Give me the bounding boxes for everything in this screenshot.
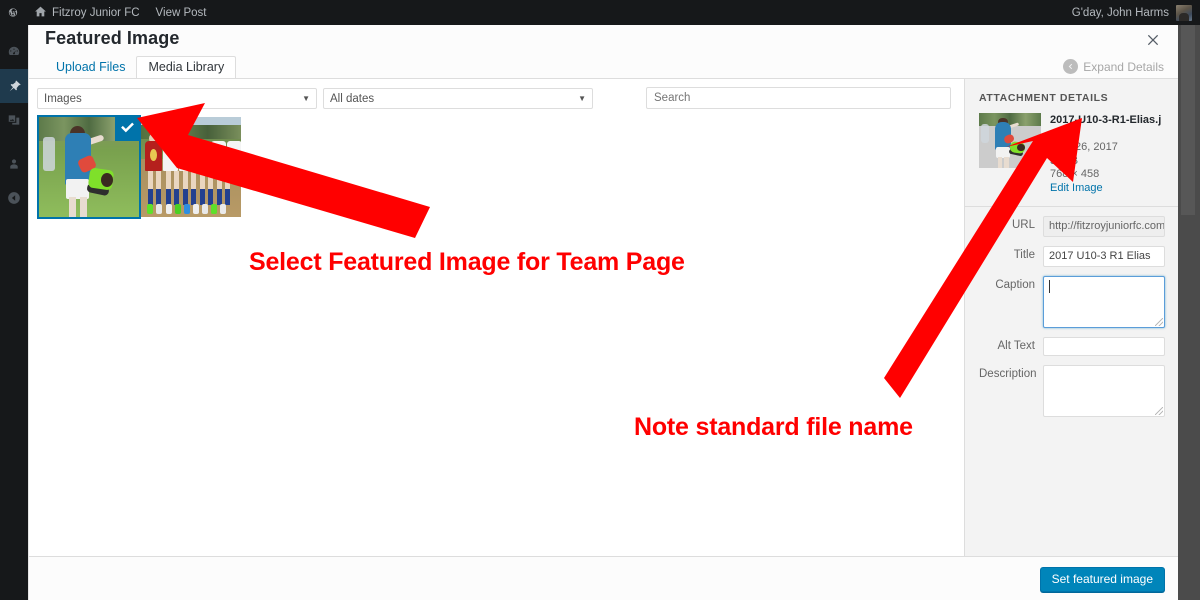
annotation-arrow-2 <box>884 118 1082 398</box>
screen: Fitzroy Junior FC View Post G'day, John … <box>0 0 1200 600</box>
annotation-arrow-1 <box>137 103 430 238</box>
annotation-label-1: Select Featured Image for Team Page <box>249 248 685 276</box>
annotation-arrows <box>137 103 1082 398</box>
annotation-label-2: Note standard file name <box>634 413 913 441</box>
